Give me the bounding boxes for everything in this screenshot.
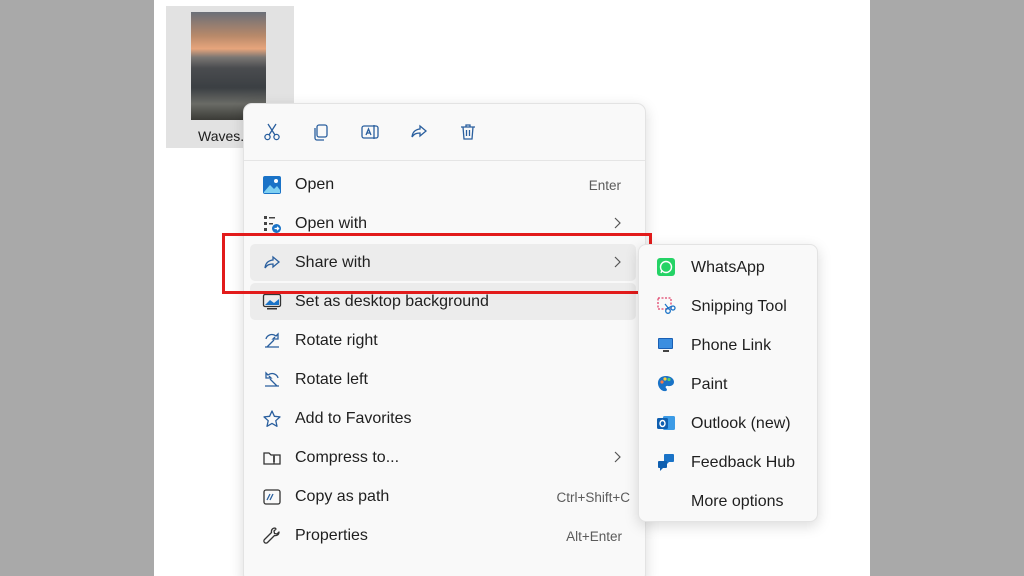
share-snipping-tool[interactable]: Snipping Tool: [643, 288, 815, 324]
submenu-item-label: Paint: [691, 376, 728, 393]
menu-item-label: Set as desktop background: [295, 293, 489, 310]
share-feedback-hub[interactable]: Feedback Hub: [643, 444, 815, 480]
photos-icon: [263, 176, 281, 194]
star-icon: [263, 410, 281, 427]
rotate-right-icon: [265, 332, 279, 348]
menu-item-copy-as-path[interactable]: Copy as path Ctrl+Shift+C: [250, 478, 636, 515]
menu-item-label: Open with: [295, 215, 368, 232]
share-paint[interactable]: Paint: [643, 366, 815, 402]
chevron-right-icon: [614, 217, 621, 229]
rotate-left-icon: [265, 371, 279, 387]
menu-item-label: Open: [295, 176, 335, 193]
zip-folder-icon: [263, 452, 281, 465]
menu-item-compress-to[interactable]: Compress to...: [250, 439, 636, 476]
share-more-options[interactable]: More options: [643, 483, 815, 519]
quick-actions-bar: [244, 104, 645, 161]
menu-item-label: Compress to...: [295, 449, 400, 466]
menu-item-rotate-right[interactable]: Rotate right: [250, 322, 636, 359]
menu-item-add-to-favorites[interactable]: Add to Favorites: [250, 400, 636, 437]
shortcut-text: Enter: [588, 178, 621, 193]
copy-button[interactable]: [310, 121, 332, 143]
menu-item-rotate-left[interactable]: Rotate left: [250, 361, 636, 398]
submenu-item-label: Snipping Tool: [691, 298, 787, 315]
phone-link-icon: [658, 338, 673, 352]
whatsapp-icon: [657, 258, 675, 276]
submenu-item-label: More options: [691, 493, 784, 510]
menu-item-properties[interactable]: Properties Alt+Enter: [250, 517, 636, 554]
paint-icon: [657, 376, 674, 392]
wrench-icon: [263, 527, 280, 544]
menu-item-label: Rotate right: [295, 332, 378, 349]
share-whatsapp[interactable]: WhatsApp: [643, 249, 815, 285]
copy-path-icon: [263, 489, 281, 505]
submenu-item-label: Outlook (new): [691, 415, 791, 432]
snipping-tool-icon: [657, 297, 676, 314]
annotation-highlight-box: [222, 233, 652, 294]
context-menu: Open Enter Open with Share with Set as d…: [243, 103, 646, 576]
shortcut-text: Ctrl+Shift+C: [556, 490, 630, 505]
file-name: Waves.: [198, 128, 245, 144]
share-button[interactable]: [408, 121, 430, 143]
submenu-item-label: WhatsApp: [691, 259, 765, 276]
menu-item-label: Add to Favorites: [295, 410, 412, 427]
feedback-hub-icon: [658, 454, 674, 471]
rename-icon: [361, 125, 379, 139]
share-submenu: WhatsApp Snipping Tool Phone Link Paint …: [638, 244, 818, 522]
share-outlook-new[interactable]: Outlook (new): [643, 405, 815, 441]
open-with-icon: [264, 216, 281, 233]
menu-item-open[interactable]: Open Enter: [250, 166, 636, 203]
desktop-background-icon: [262, 293, 282, 310]
share-icon: [411, 124, 428, 138]
menu-item-label: Rotate left: [295, 371, 368, 388]
delete-button[interactable]: [457, 121, 479, 143]
cut-button[interactable]: [261, 121, 283, 143]
menu-item-label: Copy as path: [295, 488, 390, 505]
rename-button[interactable]: [359, 121, 381, 143]
outlook-icon: [657, 416, 675, 430]
copy-icon: [314, 124, 328, 141]
menu-item-label: Properties: [295, 527, 368, 544]
scissors-icon: [264, 123, 280, 141]
shortcut-text: Alt+Enter: [566, 529, 622, 544]
chevron-right-icon: [614, 451, 621, 463]
submenu-item-label: Phone Link: [691, 337, 772, 354]
share-phone-link[interactable]: Phone Link: [643, 327, 815, 363]
trash-icon: [461, 124, 475, 140]
submenu-item-label: Feedback Hub: [691, 454, 796, 471]
